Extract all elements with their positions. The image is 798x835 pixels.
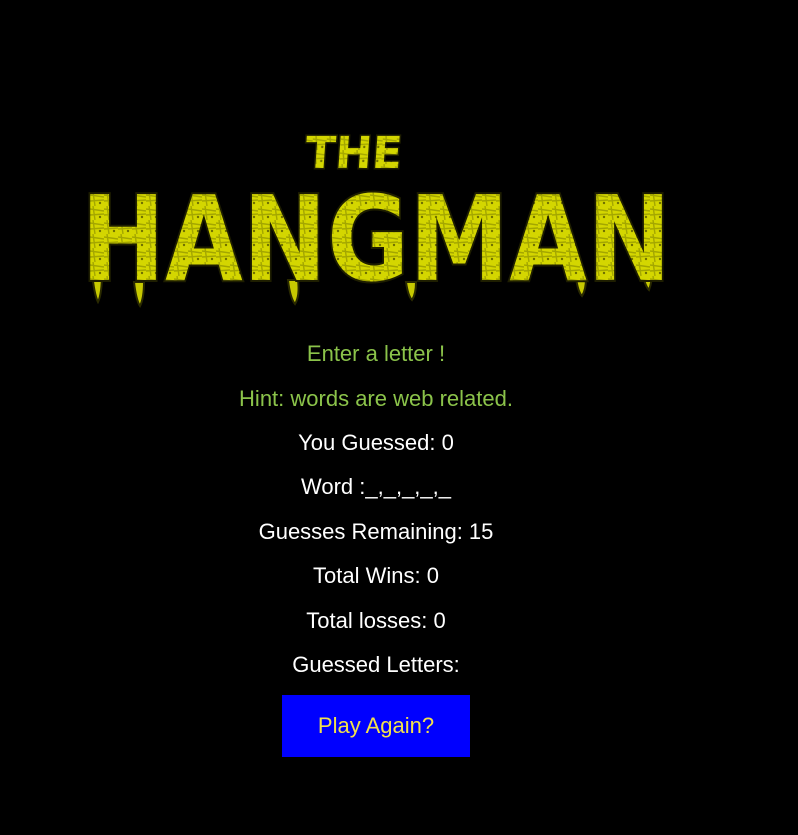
guesses-remaining-text: Guesses Remaining: 15: [258, 519, 494, 544]
enter-letter-prompt: Enter a letter !: [306, 341, 446, 366]
play-again-button[interactable]: Play Again?: [282, 695, 470, 757]
you-guessed-text: You Guessed: 0: [298, 430, 454, 455]
hint-text: Hint: words are web related.: [239, 386, 513, 411]
guessed-letters-text: Guessed Letters:: [292, 652, 460, 677]
total-losses-text: Total losses: 0: [306, 608, 446, 633]
word-display: Word :_,_,_,_,_: [300, 474, 451, 499]
hangman-logo: THE HANGMAN: [76, 122, 678, 312]
total-wins-text: Total Wins: 0: [313, 563, 439, 588]
hangman-page: THE HANGMAN Enter a letter ! Hint: words…: [0, 0, 798, 835]
logo-hangman-text: HANGMAN: [81, 170, 671, 308]
